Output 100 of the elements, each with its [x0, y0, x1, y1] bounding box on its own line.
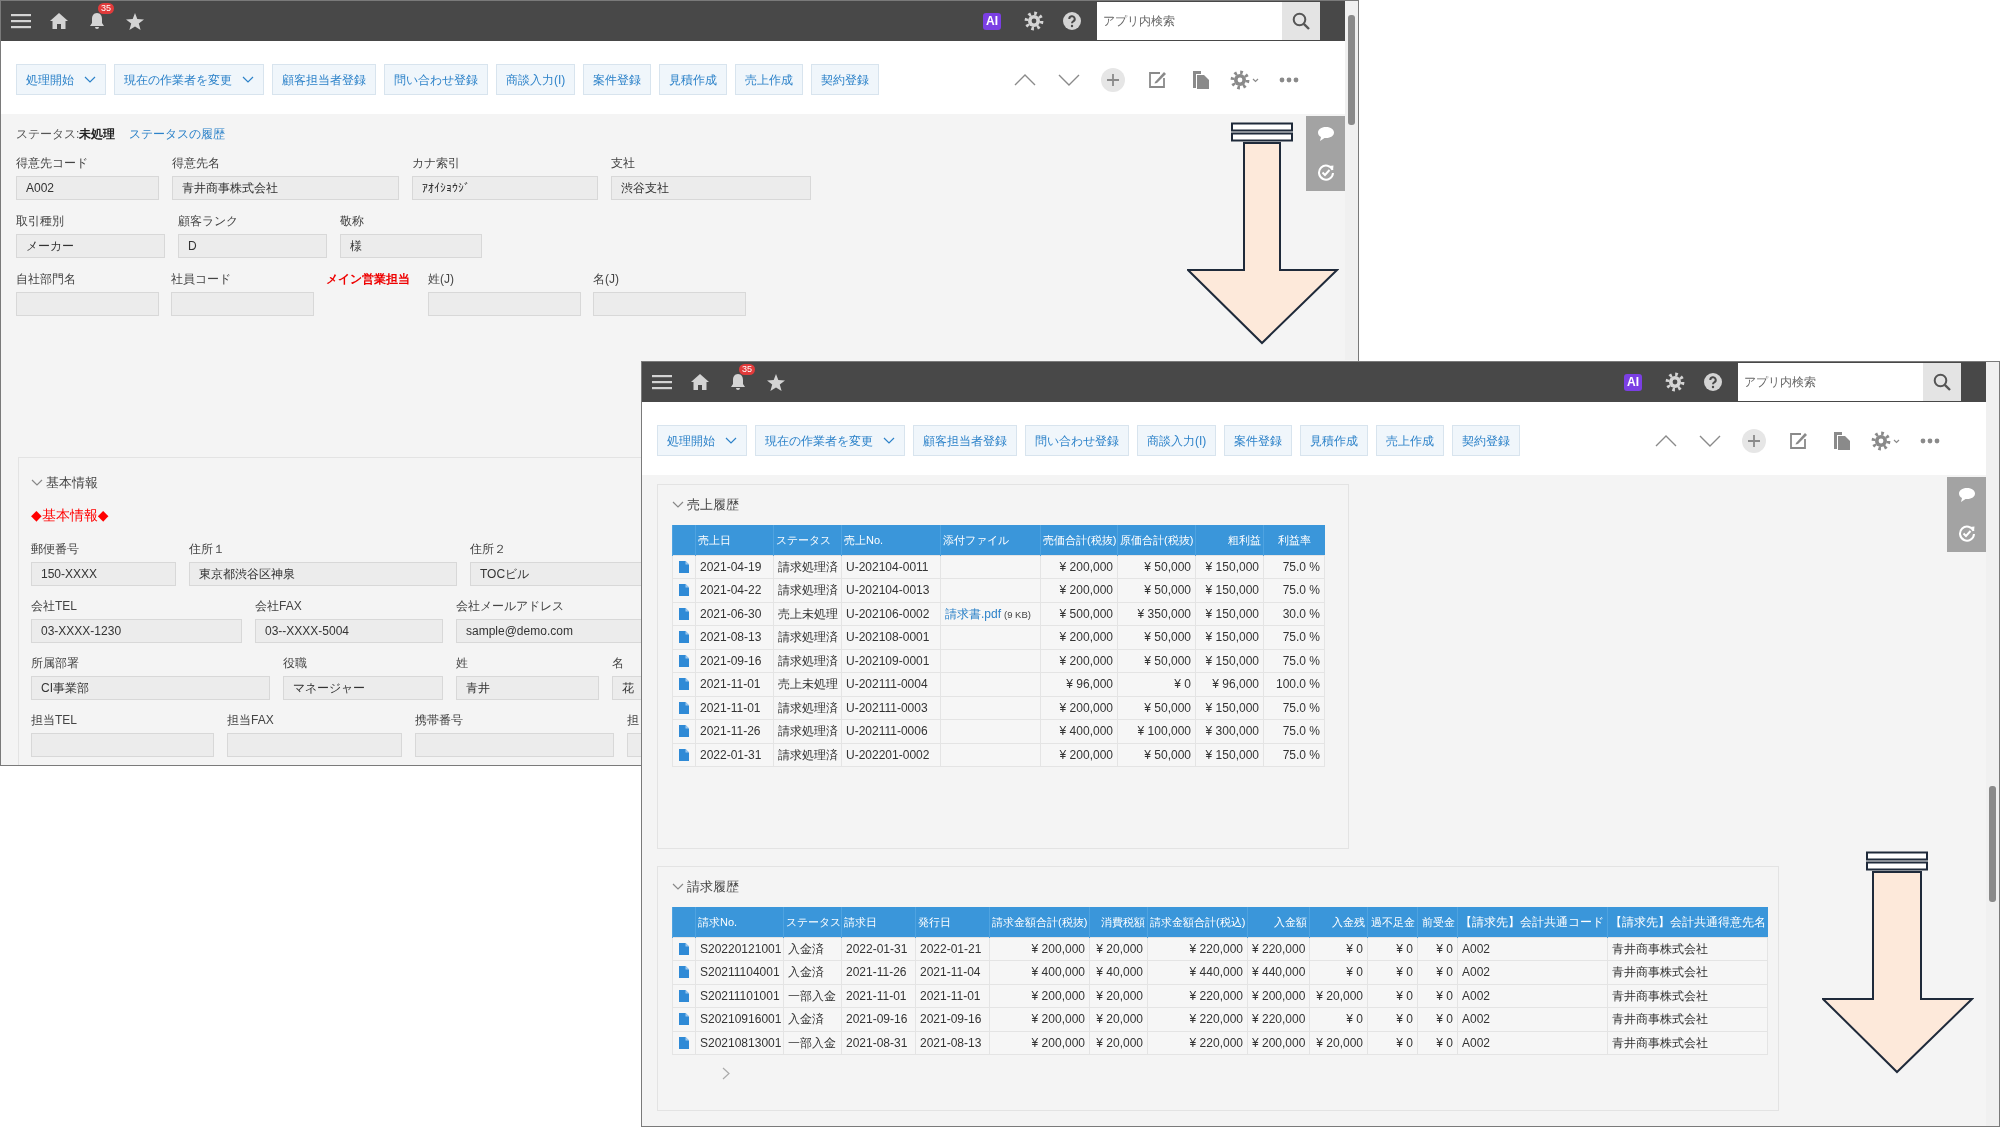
section-toggle[interactable]: 請求履歴	[672, 878, 1764, 896]
column-header[interactable]: 利益率	[1263, 525, 1325, 555]
scroll-thumb[interactable]	[1348, 15, 1355, 125]
action-button[interactable]: 契約登録	[811, 64, 880, 95]
refresh-icon[interactable]	[1957, 523, 1976, 542]
bell-icon[interactable]	[730, 373, 746, 391]
add-icon[interactable]	[1742, 428, 1766, 453]
column-header[interactable]: 請求No.	[695, 907, 784, 937]
document-icon[interactable]	[679, 725, 689, 738]
copy-icon[interactable]	[1192, 69, 1210, 90]
action-button[interactable]: 現在の作業者を変更	[114, 64, 264, 95]
document-icon[interactable]	[679, 560, 689, 573]
action-button[interactable]: 問い合わせ登録	[1025, 425, 1129, 456]
help-icon[interactable]	[1704, 373, 1722, 391]
document-icon[interactable]	[679, 631, 689, 644]
column-header[interactable]: ステータス	[773, 525, 842, 555]
column-header[interactable]: 過不足金	[1367, 907, 1418, 937]
action-button[interactable]: 商談入力(I)	[496, 64, 576, 95]
document-icon[interactable]	[679, 701, 689, 714]
document-icon[interactable]	[679, 748, 689, 761]
document-icon[interactable]	[679, 1013, 689, 1026]
input-field[interactable]: TOCビル	[470, 562, 642, 586]
action-button[interactable]: 顧客担当者登録	[272, 64, 376, 95]
bell-icon[interactable]	[89, 12, 105, 30]
column-header[interactable]: 発行日	[915, 907, 990, 937]
input-field[interactable]: ｱｵｲｼｮｳｼﾞ	[412, 176, 598, 200]
column-header[interactable]: 売上No.	[841, 525, 941, 555]
document-icon[interactable]	[679, 989, 689, 1002]
document-icon[interactable]	[679, 654, 689, 667]
section-toggle[interactable]: 売上履歴	[672, 496, 1334, 514]
next-page-icon[interactable]	[722, 1067, 730, 1080]
scrollbar[interactable]	[1986, 362, 1999, 1126]
action-button[interactable]: 顧客担当者登録	[913, 425, 1017, 456]
edit-icon[interactable]	[1788, 430, 1808, 451]
search-icon[interactable]	[1933, 373, 1951, 391]
status-history-link[interactable]: ステータスの履歴	[129, 126, 226, 142]
document-icon[interactable]	[679, 1036, 689, 1049]
action-button[interactable]: 見積作成	[1300, 425, 1369, 456]
home-icon[interactable]	[691, 374, 709, 390]
more-icon[interactable]	[1920, 437, 1940, 444]
input-field[interactable]: マネージャー	[283, 676, 443, 700]
input-field[interactable]	[227, 733, 402, 757]
comment-icon[interactable]	[1957, 487, 1976, 504]
input-field[interactable]	[593, 292, 746, 316]
input-field[interactable]: 花	[612, 676, 642, 700]
add-icon[interactable]	[1101, 67, 1125, 92]
star-icon[interactable]	[767, 373, 785, 391]
action-button[interactable]: 売上作成	[1376, 425, 1445, 456]
action-button[interactable]: 案件登録	[583, 64, 652, 95]
more-icon[interactable]	[1279, 76, 1299, 83]
column-header[interactable]: 原価合計(税抜)	[1117, 525, 1196, 555]
settings-icon[interactable]	[1665, 372, 1685, 392]
column-header[interactable]: 【請求先】会計共通コード	[1457, 907, 1608, 937]
edit-icon[interactable]	[1147, 69, 1167, 90]
comment-icon[interactable]	[1316, 126, 1335, 143]
menu-icon[interactable]	[11, 13, 31, 29]
input-field[interactable]	[171, 292, 314, 316]
action-button[interactable]: 売上作成	[735, 64, 804, 95]
file-link[interactable]: 請求書.pdf	[945, 606, 1001, 621]
action-button[interactable]: 処理開始	[657, 425, 747, 456]
column-header[interactable]: 【請求先】会計共通得意先名	[1607, 907, 1768, 937]
copy-icon[interactable]	[1833, 430, 1851, 451]
section-toggle[interactable]: 基本情報	[31, 474, 642, 492]
input-field[interactable]: 青井	[456, 676, 599, 700]
settings-icon[interactable]	[1871, 430, 1901, 451]
document-icon[interactable]	[679, 942, 689, 955]
search-icon[interactable]	[1292, 12, 1310, 30]
input-field[interactable]: 03--XXXX-5004	[255, 619, 443, 643]
action-button[interactable]: 商談入力(I)	[1137, 425, 1217, 456]
column-header[interactable]: ステータス	[783, 907, 842, 937]
column-header[interactable]: 請求金額合計(税抜)	[989, 907, 1090, 937]
input-field[interactable]	[415, 733, 614, 757]
action-button[interactable]: 処理開始	[16, 64, 106, 95]
ai-button[interactable]: AI	[1624, 373, 1642, 391]
search-button[interactable]	[1282, 2, 1320, 40]
column-header[interactable]: 粗利益	[1195, 525, 1264, 555]
chevron-down-icon[interactable]	[1699, 434, 1721, 447]
action-button[interactable]: 問い合わせ登録	[384, 64, 488, 95]
column-header[interactable]: 請求日	[841, 907, 916, 937]
home-icon[interactable]	[50, 13, 68, 29]
input-field[interactable]	[31, 733, 214, 757]
input-field[interactable]: 様	[340, 234, 482, 258]
column-header[interactable]: 添付ファイル	[940, 525, 1041, 555]
column-header[interactable]: 売価合計(税抜)	[1040, 525, 1118, 555]
column-header[interactable]: 前受金	[1417, 907, 1458, 937]
document-icon[interactable]	[679, 607, 689, 620]
column-header[interactable]: 消費税額	[1089, 907, 1148, 937]
action-button[interactable]: 契約登録	[1452, 425, 1521, 456]
scroll-thumb[interactable]	[1989, 786, 1996, 902]
search-button[interactable]	[1923, 363, 1961, 401]
action-button[interactable]: 案件登録	[1224, 425, 1293, 456]
search-field[interactable]: アプリ内検索	[1097, 2, 1282, 40]
action-button[interactable]: 現在の作業者を変更	[755, 425, 905, 456]
input-field[interactable]: A002	[16, 176, 159, 200]
column-header[interactable]: 入金額	[1247, 907, 1310, 937]
chevron-up-icon[interactable]	[1655, 434, 1677, 447]
input-field[interactable]: 青井商事株式会社	[172, 176, 399, 200]
scrollbar[interactable]	[1345, 1, 1358, 360]
input-field[interactable]	[428, 292, 581, 316]
ai-button[interactable]: AI	[983, 12, 1001, 30]
